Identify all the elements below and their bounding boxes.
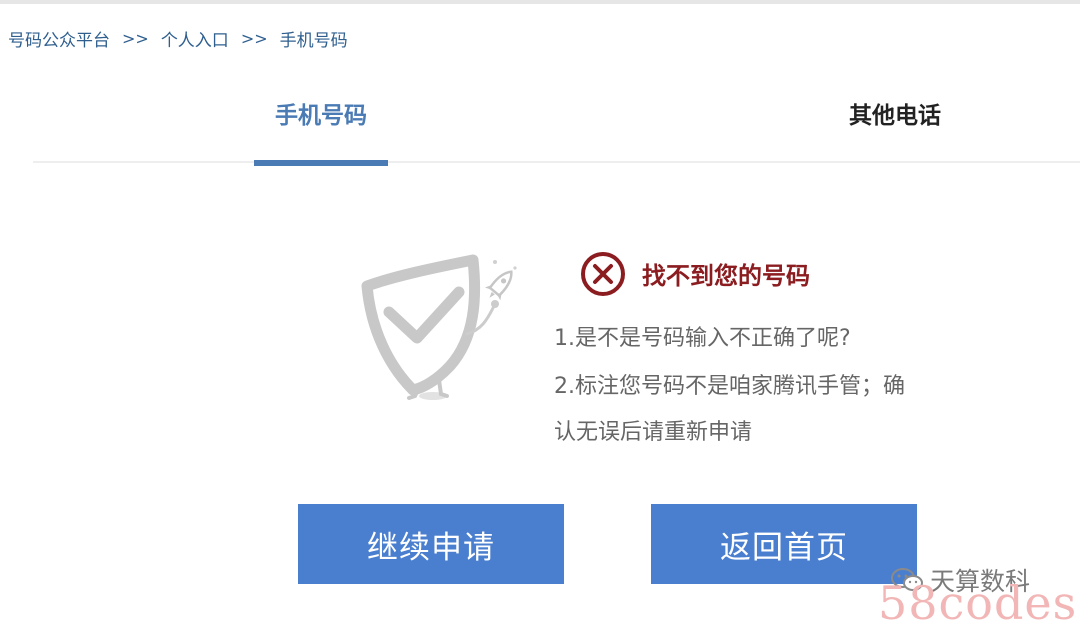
tip-line-3: 认无误后请重新申请 bbox=[554, 420, 753, 445]
error-circle-x-icon bbox=[581, 252, 625, 296]
back-to-home-button[interactable]: 返回首页 bbox=[651, 504, 917, 584]
breadcrumb-separator: >> bbox=[122, 28, 149, 48]
breadcrumb: 号码公众平台 >> 个人入口 >> 手机号码 bbox=[8, 26, 348, 51]
top-strip bbox=[0, 0, 1080, 4]
watermark-site: 58codes bbox=[878, 576, 1078, 630]
continue-apply-button[interactable]: 继续申请 bbox=[298, 504, 564, 584]
breadcrumb-item-platform[interactable]: 号码公众平台 bbox=[8, 26, 110, 51]
tip-line-2: 2.标注您号码不是咱家腾讯手管；确 bbox=[554, 374, 905, 399]
tip-line-1: 1.是不是号码输入不正确了呢? bbox=[554, 326, 851, 351]
tab-other-phone[interactable]: 其他电话 bbox=[820, 96, 970, 130]
breadcrumb-item-mobile[interactable]: 手机号码 bbox=[280, 26, 348, 51]
breadcrumb-separator: >> bbox=[240, 28, 268, 48]
shield-mascot-icon bbox=[361, 254, 517, 400]
error-title: 找不到您的号码 bbox=[642, 262, 810, 290]
active-tab-indicator bbox=[254, 160, 388, 166]
tab-divider bbox=[33, 161, 1080, 163]
breadcrumb-item-personal[interactable]: 个人入口 bbox=[161, 26, 229, 51]
tab-mobile-number[interactable]: 手机号码 bbox=[254, 96, 388, 130]
